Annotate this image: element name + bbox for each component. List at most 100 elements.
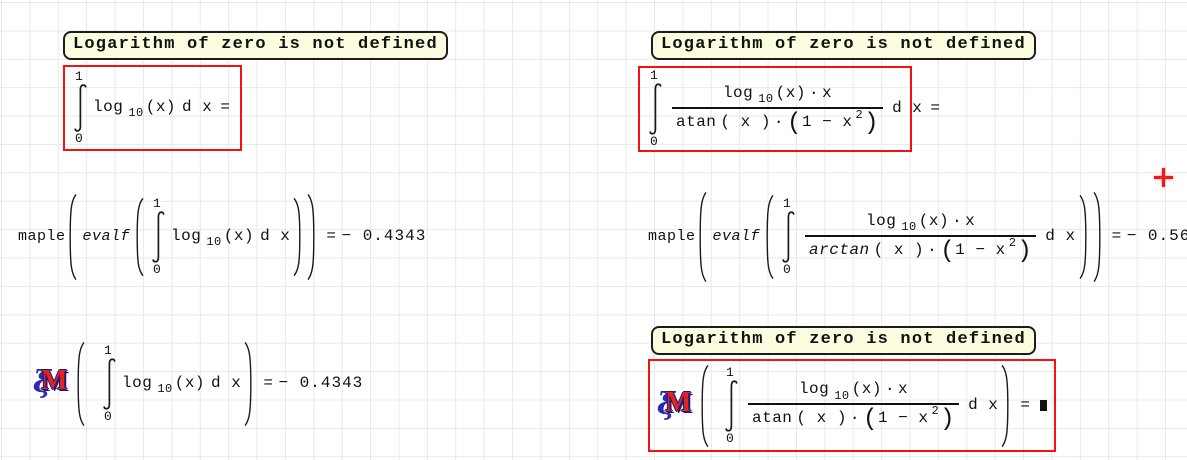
- maple-token[interactable]: maple: [648, 229, 696, 246]
- fraction-numerator: log 10 (x) · x: [789, 381, 918, 403]
- integral-block: 1 0: [151, 197, 165, 276]
- open-paren-icon: [701, 365, 709, 447]
- log-token[interactable]: log: [122, 375, 152, 393]
- log-base-subscript[interactable]: 10: [157, 383, 172, 396]
- smath-worksheet[interactable]: Logarithm of zero is not defined 1 0 log…: [0, 0, 1187, 460]
- integral-icon: [73, 84, 87, 132]
- maple-logo-icon: ξ M: [34, 366, 72, 402]
- integral-lower-bound[interactable]: 0: [781, 263, 791, 277]
- integral-icon: [102, 358, 116, 410]
- log-token[interactable]: log: [93, 99, 123, 117]
- integral-upper-bound[interactable]: 1: [648, 69, 658, 83]
- evalf-token[interactable]: evalf: [83, 229, 131, 246]
- arctan-token[interactable]: arctan: [809, 242, 870, 260]
- log-argument[interactable]: (x): [224, 228, 254, 246]
- differential-token[interactable]: d x: [211, 375, 241, 393]
- close-paren-icon: [1079, 195, 1087, 279]
- result-value: − 0.4343: [278, 375, 363, 393]
- multiply-dot: ·: [952, 213, 962, 231]
- open-paren-icon: [766, 195, 774, 279]
- atan-token[interactable]: atan: [752, 410, 792, 428]
- exponent-two[interactable]: 2: [931, 405, 939, 418]
- input-placeholder-icon[interactable]: [1040, 400, 1047, 411]
- x-token[interactable]: x: [822, 85, 832, 103]
- log-argument[interactable]: (x): [175, 375, 205, 393]
- fraction-numerator: log 10 (x) · x: [856, 213, 985, 235]
- differential-token[interactable]: d x: [1045, 228, 1075, 246]
- exponent-two[interactable]: 2: [855, 109, 863, 122]
- cursor-cross-vertical: [1162, 168, 1165, 187]
- differential-token[interactable]: d x: [968, 397, 998, 415]
- differential-token[interactable]: d x: [892, 100, 922, 118]
- one-minus-x-token[interactable]: 1 − x: [878, 410, 929, 428]
- one-minus-x-token[interactable]: 1 − x: [802, 114, 853, 132]
- expr-maple-evalf-log[interactable]: maple evalf 1 0 log 10 (x) d x = − 0.434…: [18, 193, 426, 281]
- evalf-token[interactable]: evalf: [713, 229, 761, 246]
- log-argument[interactable]: (x): [919, 213, 949, 231]
- tooltip-log-zero-3: Logarithm of zero is not defined: [651, 326, 1036, 355]
- atan-argument[interactable]: ( x ): [720, 114, 771, 132]
- group-close-paren: ): [864, 113, 879, 135]
- exponent-two[interactable]: 2: [1009, 237, 1017, 250]
- group-open-paren: (: [863, 409, 878, 431]
- maple-token[interactable]: maple: [18, 229, 66, 246]
- integral-block: 1 0: [724, 366, 738, 445]
- equals-sign: =: [1112, 228, 1122, 246]
- integral-icon: [648, 83, 662, 135]
- multiply-dot: ·: [774, 114, 784, 132]
- integral-icon: [724, 380, 738, 432]
- integral-upper-bound[interactable]: 1: [73, 70, 83, 84]
- log-base-subscript[interactable]: 10: [758, 93, 773, 106]
- one-minus-x-token[interactable]: 1 − x: [955, 242, 1006, 260]
- log-base-subscript[interactable]: 10: [206, 236, 221, 249]
- integral-lower-bound[interactable]: 0: [151, 263, 161, 277]
- maple-logo-letter: M: [41, 367, 67, 395]
- integral-upper-bound[interactable]: 1: [781, 197, 791, 211]
- group-close-paren: ): [1017, 241, 1032, 263]
- integral-lower-bound[interactable]: 0: [102, 410, 112, 424]
- integral-block: 1 0: [73, 70, 87, 145]
- multiply-dot: ·: [809, 85, 819, 103]
- arctan-argument[interactable]: ( x ): [874, 242, 925, 260]
- log-token[interactable]: log: [171, 228, 201, 246]
- expr-maple-symbolic-log[interactable]: ξ M 1 0 log 10 (x) d x = − 0.4343: [34, 341, 363, 427]
- log-argument[interactable]: (x): [146, 99, 176, 117]
- maple-logo-icon: ξ M: [658, 388, 696, 424]
- fraction-numerator: log 10 (x) · x: [713, 85, 842, 107]
- result-value: − 0.566: [1127, 228, 1187, 246]
- integral-lower-bound[interactable]: 0: [724, 432, 734, 446]
- log-token[interactable]: log: [866, 213, 896, 231]
- x-token[interactable]: x: [965, 213, 975, 231]
- log-token[interactable]: log: [723, 85, 753, 103]
- differential-token[interactable]: d x: [260, 228, 290, 246]
- log-base-subscript[interactable]: 10: [901, 221, 916, 234]
- integral-upper-bound[interactable]: 1: [102, 344, 112, 358]
- log-argument[interactable]: (x): [776, 85, 806, 103]
- atan-argument[interactable]: ( x ): [796, 410, 847, 428]
- multiply-dot: ·: [885, 381, 895, 399]
- error-box-integral-fraction[interactable]: 1 0 log 10 (x) · x atan ( x ) · ( 1 − x …: [638, 66, 912, 152]
- close-paren-icon: [1001, 365, 1009, 447]
- open-paren-icon: [699, 192, 707, 282]
- integral-upper-bound[interactable]: 1: [724, 366, 734, 380]
- open-paren-icon: [136, 198, 144, 276]
- log-base-subscript[interactable]: 10: [834, 390, 849, 403]
- fraction: log 10 (x) · x arctan ( x ) · ( 1 − x 2 …: [805, 213, 1036, 261]
- log-base-subscript[interactable]: 10: [128, 107, 143, 120]
- fraction-denominator: atan ( x ) · ( 1 − x 2 ): [672, 107, 883, 134]
- integral-lower-bound[interactable]: 0: [73, 132, 83, 146]
- x-token[interactable]: x: [898, 381, 908, 399]
- error-box-maple-fraction[interactable]: ξ M 1 0 log 10 (x) · x atan ( x ) · ( 1 …: [648, 359, 1056, 452]
- atan-token[interactable]: atan: [676, 114, 716, 132]
- differential-token[interactable]: d x: [182, 99, 212, 117]
- group-open-paren: (: [940, 241, 955, 263]
- expr-maple-evalf-fraction[interactable]: maple evalf 1 0 log 10 (x) · x arctan ( …: [648, 191, 1187, 283]
- integral-lower-bound[interactable]: 0: [648, 135, 658, 149]
- error-box-integral-log[interactable]: 1 0 log 10 (x) d x =: [63, 65, 242, 151]
- tooltip-text: Logarithm of zero is not defined: [73, 35, 438, 54]
- integral-upper-bound[interactable]: 1: [151, 197, 161, 211]
- result-value: − 0.4343: [341, 228, 426, 246]
- open-paren-icon: [69, 194, 77, 280]
- log-argument[interactable]: (x): [852, 381, 882, 399]
- log-token[interactable]: log: [799, 381, 829, 399]
